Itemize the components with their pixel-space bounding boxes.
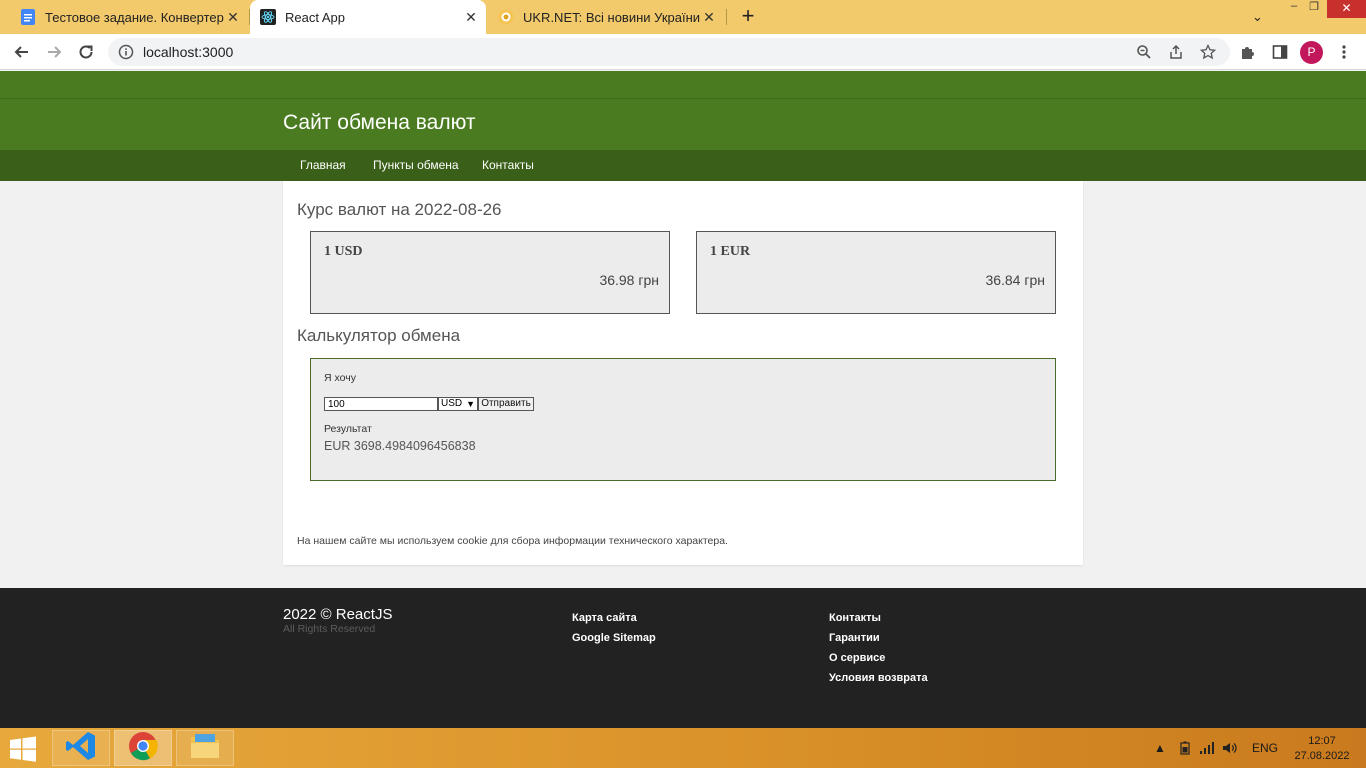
- chevron-down-icon: ▼: [466, 399, 475, 409]
- footer-link-returns[interactable]: Условия возврата: [829, 672, 928, 684]
- close-tab-icon[interactable]: ✕: [224, 9, 242, 26]
- forward-icon[interactable]: [42, 40, 66, 64]
- battery-icon[interactable]: [1180, 741, 1190, 758]
- want-label: Я хочу: [324, 372, 356, 384]
- nav-home[interactable]: Главная: [300, 158, 346, 172]
- footer-link-contacts[interactable]: Контакты: [829, 612, 881, 624]
- cookie-notice: На нашем сайте мы используем cookie для …: [297, 535, 728, 547]
- site-title: Сайт обмена валют: [283, 111, 476, 134]
- rates-heading: Курс валют на 2022-08-26: [297, 200, 502, 219]
- footer-link-guarantees[interactable]: Гарантии: [829, 632, 880, 644]
- browser-toolbar: localhost:3000 P: [0, 34, 1366, 70]
- tray-chevron-up-icon[interactable]: ▲: [1154, 741, 1166, 755]
- footer-link-google-sitemap[interactable]: Google Sitemap: [572, 632, 656, 644]
- extensions-puzzle-icon[interactable]: [1236, 40, 1260, 64]
- amount-input[interactable]: [324, 397, 438, 411]
- system-clock[interactable]: 12:07 27.08.2022: [1292, 734, 1352, 764]
- footer-rights: All Rights Reserved: [283, 623, 376, 635]
- tab-title: UKR.NET: Всі новини України, ос: [523, 9, 700, 25]
- url-text: localhost:3000: [143, 44, 234, 60]
- reload-icon[interactable]: [74, 40, 98, 64]
- share-icon[interactable]: [1167, 43, 1185, 61]
- minimize-window-icon[interactable]: –: [1284, 0, 1304, 12]
- restore-window-icon[interactable]: ❐: [1304, 0, 1324, 13]
- rate-currency: 1 EUR: [710, 244, 751, 259]
- close-window-button[interactable]: ✕: [1327, 0, 1366, 18]
- main-content: Курс валют на 2022-08-26 1 USD 36.98 грн…: [283, 181, 1083, 565]
- back-icon[interactable]: [10, 40, 34, 64]
- currency-select-value: USD: [441, 398, 463, 409]
- tab-separator: [726, 9, 727, 25]
- taskbar-chrome[interactable]: [114, 730, 172, 766]
- result-value: EUR 3698.4984096456838: [324, 439, 476, 453]
- site-header: Сайт обмена валют: [0, 71, 1366, 150]
- tab-ukrnet[interactable]: UKR.NET: Всі новини України, ос ✕: [488, 0, 724, 34]
- chrome-icon: [128, 731, 158, 766]
- nav-contacts[interactable]: Контакты: [482, 158, 534, 172]
- header-divider: [0, 98, 1366, 99]
- folder-icon: [189, 732, 221, 765]
- rate-value: 36.98 грн: [599, 272, 659, 288]
- close-tab-icon[interactable]: ✕: [462, 9, 480, 26]
- windows-start-icon[interactable]: [8, 736, 38, 762]
- taskbar-file-explorer[interactable]: [176, 730, 234, 766]
- rate-value: 36.84 грн: [985, 272, 1045, 288]
- ukrnet-icon: [498, 9, 514, 25]
- result-label: Результат: [324, 423, 372, 435]
- site-info-icon[interactable]: [118, 44, 134, 60]
- bookmark-star-icon[interactable]: [1199, 43, 1217, 61]
- browser-menu-icon[interactable]: [1332, 40, 1356, 64]
- taskbar-vscode[interactable]: [52, 730, 110, 766]
- footer-link-sitemap[interactable]: Карта сайта: [572, 612, 637, 624]
- tab-title: React App: [285, 9, 345, 25]
- volume-icon[interactable]: [1222, 741, 1238, 758]
- network-signal-icon[interactable]: [1199, 741, 1215, 758]
- windows-taskbar: ▲ ENG 12:07 27.08.2022: [0, 728, 1366, 768]
- rate-card-eur: 1 EUR 36.84 грн: [696, 231, 1056, 314]
- tab-test-task[interactable]: Тестовое задание. Конвертер ва ✕: [8, 0, 248, 34]
- currency-select[interactable]: USD ▼: [438, 397, 478, 411]
- web-page: Сайт обмена валют Главная Пункты обмена …: [0, 71, 1366, 728]
- tab-react-app[interactable]: React App ✕: [250, 0, 486, 34]
- google-docs-icon: [20, 9, 36, 25]
- footer-link-about[interactable]: О сервисе: [829, 652, 885, 664]
- vscode-icon: [65, 730, 97, 767]
- footer-copyright: 2022 © ReactJS: [283, 606, 393, 623]
- clock-time: 12:07: [1308, 735, 1336, 747]
- clock-date: 27.08.2022: [1294, 750, 1350, 762]
- submit-button[interactable]: Отправить: [478, 397, 534, 411]
- new-tab-button[interactable]: +: [736, 5, 760, 29]
- exchange-calculator: Я хочу USD ▼ Отправить Результат EUR 369…: [310, 358, 1056, 481]
- site-footer: 2022 © ReactJS All Rights Reserved Карта…: [0, 588, 1366, 728]
- tab-title: Тестовое задание. Конвертер ва: [45, 9, 224, 25]
- profile-avatar[interactable]: P: [1300, 41, 1323, 64]
- input-language[interactable]: ENG: [1252, 741, 1278, 755]
- tab-search-chevron-icon[interactable]: ⌄: [1252, 9, 1263, 25]
- rate-card-usd: 1 USD 36.98 грн: [310, 231, 670, 314]
- address-bar[interactable]: localhost:3000: [108, 38, 1230, 66]
- side-panel-icon[interactable]: [1268, 40, 1292, 64]
- nav-exchange-points[interactable]: Пункты обмена: [373, 158, 459, 172]
- calculator-heading: Калькулятор обмена: [297, 326, 461, 345]
- close-tab-icon[interactable]: ✕: [700, 9, 718, 26]
- rate-currency: 1 USD: [324, 244, 363, 259]
- site-nav: Главная Пункты обмена Контакты: [0, 150, 1366, 181]
- browser-tab-bar: Тестовое задание. Конвертер ва ✕ React A…: [0, 0, 1366, 34]
- react-icon: [260, 9, 276, 25]
- zoom-icon[interactable]: [1135, 43, 1153, 61]
